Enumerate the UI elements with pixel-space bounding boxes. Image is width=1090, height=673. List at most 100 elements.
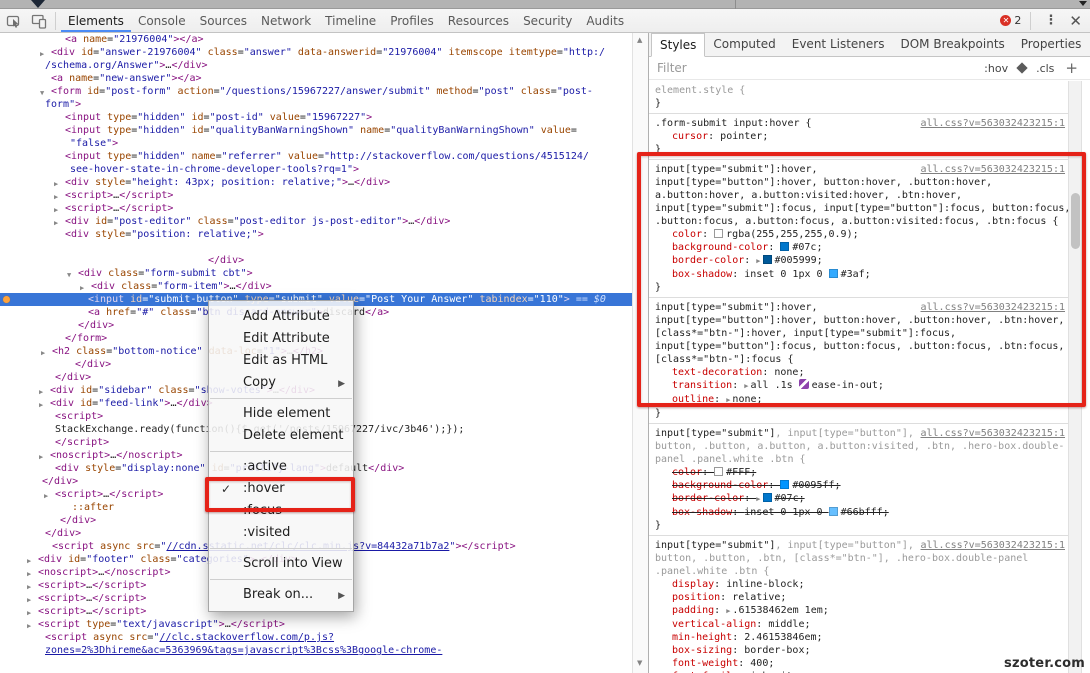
css-property-background-color[interactable]: background-color: #0095ff; [655, 479, 1064, 492]
submenu-arrow-icon: ▶ [338, 379, 345, 389]
context-menu-item-visited[interactable]: :visited [209, 522, 353, 544]
stylesheet-link[interactable]: all.css?v=563032423215:1 [921, 117, 1066, 130]
dom-tree-row[interactable]: ▶ <div style="height: 43px; position: rel… [0, 176, 632, 189]
error-count-badge[interactable]: ✕ 2 [1000, 14, 1021, 27]
tab-security[interactable]: Security [516, 9, 579, 32]
css-property-min-height[interactable]: min-height: 2.46153846em; [655, 631, 1064, 644]
context-menu-item-active[interactable]: :active [209, 456, 353, 478]
dom-tree-row[interactable]: </div> [0, 254, 632, 267]
error-count: 2 [1014, 14, 1022, 27]
tab-profiles[interactable]: Profiles [383, 9, 441, 32]
dom-tree-row[interactable]: ▼ <div class="form-submit cbt"> [0, 267, 632, 280]
dom-tree-row[interactable]: ▶ <script type="text/javascript">…</scrip… [0, 618, 632, 631]
context-menu-item-edit-as-html[interactable]: Edit as HTML [209, 350, 353, 372]
menu-item-label: Hide element [243, 406, 331, 421]
css-property-font-weight[interactable]: font-weight: 400; [655, 657, 1064, 670]
close-devtools-icon[interactable]: ✕ [1069, 12, 1082, 30]
dom-tree-row[interactable]: ▶ <div class="form-item">…</div> [0, 280, 632, 293]
dom-tree-row[interactable]: form"> [0, 98, 632, 111]
dom-tree-row[interactable]: <div style="position: relative;"> [0, 228, 632, 241]
sidebar-tab-computed[interactable]: Computed [705, 33, 783, 56]
toggle-element-state-button[interactable]: :hov [984, 62, 1008, 75]
menu-item-label: Break on... [243, 587, 314, 602]
context-menu-item-break-on[interactable]: Break on... ▶ [209, 584, 353, 606]
css-property-border-color[interactable]: border-color: ▶ #07c; [655, 492, 1064, 506]
down-triangle-icon [31, 0, 45, 8]
dom-tree-row[interactable]: <a name="new-answer"></a> [0, 72, 632, 85]
css-property-vertical-align[interactable]: vertical-align: middle; [655, 618, 1064, 631]
context-menu-item-add-attribute[interactable]: Add Attribute [209, 306, 353, 328]
dom-tree-row[interactable]: /schema.org/Answer">…</div> [0, 59, 632, 72]
expand-arrow-icon[interactable]: ▶ [756, 493, 760, 506]
sidebar-tab-dom-breakpoints[interactable]: DOM Breakpoints [892, 33, 1012, 56]
dom-tree-row[interactable]: ▶ <div id="post-editor" class="post-edito… [0, 215, 632, 228]
css-property-box-shadow[interactable]: box-shadow: inset 0 1px 0 #66bfff; [655, 506, 1064, 519]
tab-network[interactable]: Network [254, 9, 318, 32]
tab-elements[interactable]: Elements [61, 9, 131, 32]
new-style-rule-button[interactable]: + [1065, 59, 1078, 77]
dom-tree-row[interactable]: "false"> [0, 137, 632, 150]
css-selector[interactable]: element.style { [655, 84, 1064, 97]
css-selector[interactable]: .panel.white .btn { [655, 565, 1064, 578]
sidebar-tabs: Styles Computed Event Listeners DOM Breakpo… [649, 33, 1090, 57]
menu-item-label: Edit as HTML [243, 353, 328, 368]
devtools-toolbar: Elements Console Sources Network Timeline Pro… [0, 9, 1090, 33]
css-property-name: cursor [672, 131, 709, 142]
tab-console[interactable]: Console [131, 9, 193, 32]
expand-arrow-icon[interactable]: ▶ [726, 605, 730, 618]
color-swatch[interactable] [762, 493, 772, 502]
css-property-display[interactable]: display: inline-block; [655, 578, 1064, 591]
sidebar-tab-properties[interactable]: Properties [1013, 33, 1090, 56]
css-property-box-sizing[interactable]: box-sizing: border-box; [655, 644, 1064, 657]
color-swatch[interactable] [828, 507, 838, 516]
tab-resources[interactable]: Resources [441, 9, 516, 32]
sidebar-tab-event-listeners[interactable]: Event Listeners [784, 33, 893, 56]
dom-tree-row[interactable]: ▶ <script>…</script> [0, 189, 632, 202]
dom-tree-row[interactable]: ▼ <form id="post-form" action="/questions… [0, 85, 632, 98]
css-property-cursor[interactable]: cursor: pointer; [655, 130, 1064, 143]
sidebar-tab-styles[interactable]: Styles [651, 33, 706, 57]
dom-tree-row[interactable]: ▶ <div id="answer-21976004" class="answer… [0, 46, 632, 59]
css-property-name: position [672, 592, 721, 603]
context-menu-item-scroll-into-view[interactable]: Scroll into View [209, 553, 353, 575]
tab-sources[interactable]: Sources [193, 9, 254, 32]
color-swatch[interactable] [780, 480, 790, 489]
color-swatch[interactable] [714, 467, 724, 476]
context-menu-item-copy[interactable]: Copy ▶ [209, 372, 353, 394]
css-rule: element.style {} [649, 81, 1068, 114]
dom-tree-row[interactable]: see-hover-state-in-chrome-developer-tool… [0, 163, 632, 176]
scroll-down-arrow-icon[interactable]: ▼ [637, 659, 642, 667]
dom-tree-row[interactable]: <input type="hidden" name="referrer" val… [0, 150, 632, 163]
inspect-element-icon[interactable] [6, 13, 22, 29]
stylesheet-link[interactable]: all.css?v=563032423215:1 [921, 539, 1066, 552]
stylesheet-link[interactable]: all.css?v=563032423215:1 [921, 427, 1066, 440]
css-property-name: vertical-align [672, 619, 757, 630]
dom-tree-row[interactable]: ▶ <script>…</script> [0, 202, 632, 215]
css-property-position[interactable]: position: relative; [655, 591, 1064, 604]
css-property-name: box-shadow [672, 507, 733, 518]
context-menu-item-delete-element[interactable]: Delete element [209, 425, 353, 447]
css-rule-close-brace: } [655, 98, 662, 109]
css-selector[interactable]: panel .panel.white .btn { [655, 453, 1064, 466]
menu-separator [210, 451, 352, 452]
dom-tree-row[interactable]: <script async src="//clc.stackoverflow.c… [0, 631, 632, 644]
css-selector[interactable]: button, .button, a.button, a.button:visi… [655, 440, 1064, 453]
css-property-color[interactable]: color: #FFF; [655, 466, 1064, 479]
dom-tree-row[interactable]: <input type="hidden" id="qualityBanWarni… [0, 124, 632, 137]
toggle-class-button[interactable]: .cls [1036, 62, 1054, 75]
styles-filter-input[interactable] [657, 61, 980, 75]
dom-tree-row[interactable]: zones=2%3Dhireme&ac=5363969&tags=javascr… [0, 644, 632, 657]
context-menu-item-edit-attribute[interactable]: Edit Attribute [209, 328, 353, 350]
element-state-icon[interactable] [1016, 62, 1028, 74]
css-property-padding[interactable]: padding: ▶ .61538462em 1em; [655, 604, 1064, 618]
dom-tree-row[interactable]: <input type="hidden" id="post-id" value=… [0, 111, 632, 124]
dom-tree-row[interactable]: <a name="21976004"></a> [0, 33, 632, 46]
context-menu-item-hide-element[interactable]: Hide element [209, 403, 353, 425]
device-mode-icon[interactable] [31, 13, 47, 29]
tab-audits[interactable]: Audits [579, 9, 631, 32]
tab-timeline[interactable]: Timeline [318, 9, 383, 32]
scroll-up-arrow-icon[interactable]: ▲ [637, 36, 642, 44]
overflow-menu-icon[interactable]: ⋮ [1044, 14, 1057, 27]
error-icon: ✕ [1000, 15, 1012, 26]
css-selector[interactable]: button, .button, .btn, [class*="btn-"], … [655, 552, 1064, 565]
